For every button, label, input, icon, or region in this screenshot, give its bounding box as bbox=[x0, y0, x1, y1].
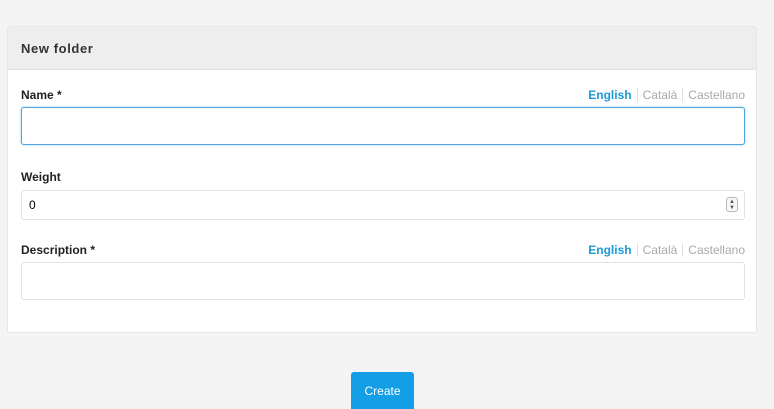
name-lang-catala[interactable]: Català bbox=[636, 88, 683, 102]
description-lang-english[interactable]: English bbox=[583, 243, 636, 257]
panel-header: New folder bbox=[8, 27, 756, 70]
name-label-row: Name * English Català Castellano bbox=[21, 87, 745, 103]
description-lang-castellano[interactable]: Castellano bbox=[682, 243, 745, 257]
name-lang-english[interactable]: English bbox=[583, 88, 636, 102]
spinner-up-down-icon[interactable]: ▲ ▼ bbox=[726, 197, 738, 212]
description-lang-catala[interactable]: Català bbox=[636, 243, 683, 257]
description-language-switch: English Català Castellano bbox=[583, 243, 745, 257]
name-language-switch: English Català Castellano bbox=[583, 88, 745, 102]
weight-input-wrap: ▲▼ bbox=[21, 190, 745, 220]
name-input[interactable] bbox=[21, 107, 745, 145]
name-lang-castellano[interactable]: Castellano bbox=[682, 88, 745, 102]
panel-title: New folder bbox=[21, 40, 94, 56]
description-input[interactable] bbox=[21, 262, 745, 300]
description-label-row: Description * English Català Castellano bbox=[21, 242, 745, 258]
weight-input[interactable] bbox=[21, 190, 745, 220]
weight-label: Weight bbox=[21, 170, 61, 184]
name-label: Name * bbox=[21, 88, 62, 102]
description-field-group: Description * English Català Castellano bbox=[21, 242, 745, 300]
new-folder-panel: New folder Name * English Català Castell… bbox=[7, 26, 757, 333]
create-button[interactable]: Create bbox=[351, 372, 414, 409]
name-field-group: Name * English Català Castellano bbox=[21, 87, 745, 145]
description-label: Description * bbox=[21, 243, 96, 257]
weight-field-group: Weight ▲▼ bbox=[21, 169, 745, 220]
weight-label-row: Weight bbox=[21, 169, 745, 185]
